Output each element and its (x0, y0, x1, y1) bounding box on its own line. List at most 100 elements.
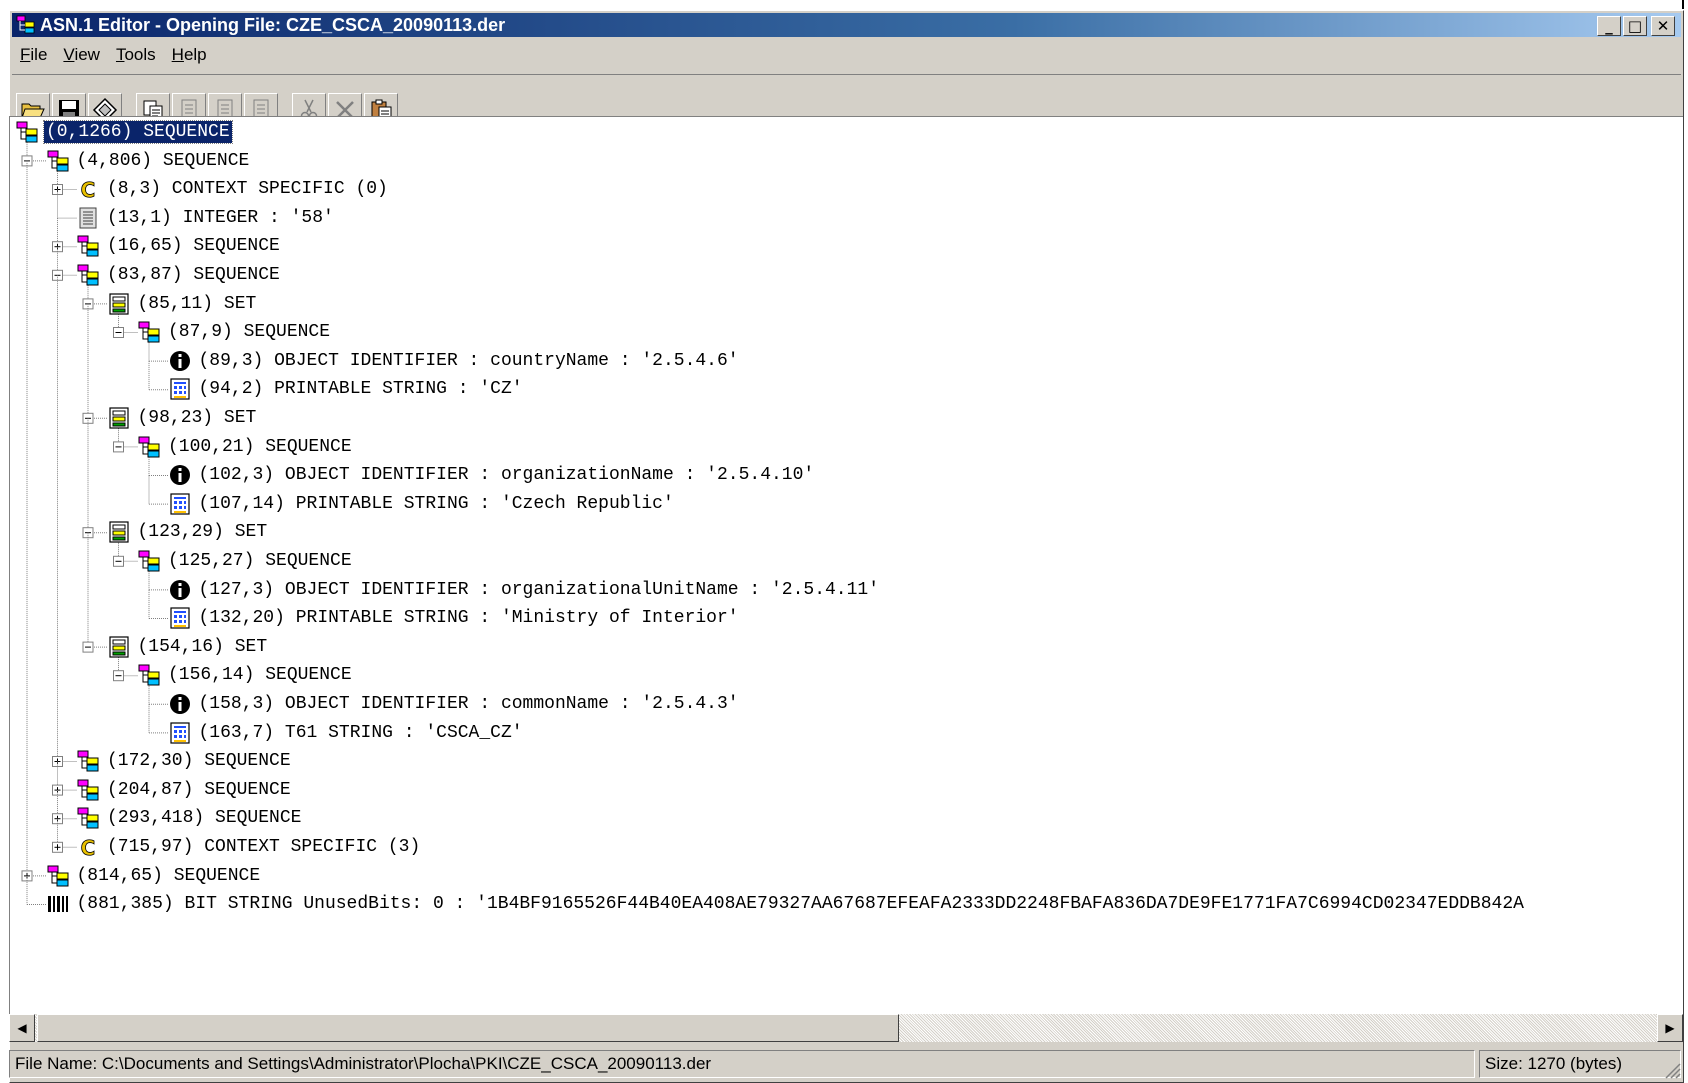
tree-node[interactable]: (132,20) PRINTABLE STRING : 'Ministry of… (169, 604, 741, 632)
tree-node[interactable]: (85,11) SET (108, 290, 259, 318)
sequence-icon (77, 750, 99, 772)
sequence-icon (138, 664, 160, 686)
tree-node-label: (125,27) SEQUENCE (168, 551, 352, 571)
tree-node-label: (156,14) SEQUENCE (168, 665, 352, 686)
tree-node-label: (127,3) OBJECT IDENTIFIER : organization… (198, 579, 880, 600)
tree-node-label: (100,21) SEQUENCE (168, 436, 352, 457)
tree-node[interactable]: (127,3) OBJECT IDENTIFIER : organization… (169, 576, 882, 604)
tree-node[interactable]: (881,385) BIT STRING UnusedBits: 0 : '1B… (47, 890, 1526, 918)
tree-node-label: (163,7) T61 STRING : 'CSCA_CZ' (198, 722, 523, 743)
tree-node[interactable]: (102,3) OBJECT IDENTIFIER : organization… (169, 461, 817, 489)
string-icon (169, 378, 190, 400)
svg-text:C: C (81, 836, 96, 858)
sequence-icon (77, 807, 99, 829)
tree-node-label: (132,20) PRINTABLE STRING : 'Ministry of… (198, 608, 739, 629)
set-icon (108, 636, 129, 658)
tree-node[interactable]: (13,1) INTEGER : '58' (77, 204, 336, 232)
tree-node-label: (881,385) BIT STRING UnusedBits: 0 : '1B… (76, 894, 1524, 915)
menu-help[interactable]: Help (164, 45, 215, 65)
tree-node[interactable]: (4,806) SEQUENCE (47, 147, 252, 175)
tree-node[interactable]: (107,14) PRINTABLE STRING : 'Czech Repub… (169, 490, 676, 518)
tree-node[interactable]: (154,16) SET (108, 633, 270, 661)
horizontal-scrollbar[interactable]: ◀ ▶ (9, 1014, 1683, 1042)
tree-node[interactable]: (98,23) SET (108, 404, 259, 432)
resize-grip-icon[interactable] (1661, 1059, 1681, 1079)
tree-node[interactable]: C (715,97) CONTEXT SPECIFIC (3) (77, 833, 422, 861)
bitstring-icon (47, 896, 68, 913)
tree-node[interactable]: (89,3) OBJECT IDENTIFIER : countryName :… (169, 347, 741, 375)
tree-node-label: (8,3) CONTEXT SPECIFIC (0) (107, 179, 388, 200)
tree-node-label: (98,23) SET (137, 408, 257, 428)
oid-icon (169, 350, 190, 371)
tree-node-label: (94,2) PRINTABLE STRING : 'CZ' (198, 379, 523, 400)
oid-icon (169, 694, 190, 714)
set-icon (108, 292, 129, 315)
minimize-button[interactable]: _ (1597, 16, 1621, 36)
tree-node[interactable]: (125,27) SEQUENCE (138, 547, 354, 575)
sequence-icon (77, 779, 99, 801)
tree-node[interactable]: (163,7) T61 STRING : 'CSCA_CZ' (169, 719, 525, 747)
tree-node[interactable]: (83,87) SEQUENCE (77, 261, 282, 289)
tree-node-label: (89,3) OBJECT IDENTIFIER : countryName :… (198, 350, 739, 371)
status-bar: File Name: C:\Documents and Settings\Adm… (9, 1050, 1683, 1081)
status-size: Size: 1270 (bytes) (1479, 1050, 1681, 1078)
tree-node-label: (123,29) SET (137, 522, 268, 543)
scroll-right-button[interactable]: ▶ (1657, 1014, 1683, 1042)
context-icon: C (80, 836, 96, 858)
context-icon: C (80, 178, 95, 200)
tree-node[interactable]: (123,29) SET (108, 518, 270, 546)
tree-node-label: (83,87) SEQUENCE (107, 265, 280, 285)
tree-node-label: (154,16) SET (137, 636, 268, 657)
tree-node[interactable]: (87,9) SEQUENCE (138, 318, 332, 346)
scroll-left-button[interactable]: ◀ (9, 1014, 35, 1042)
tree-node[interactable]: C (8,3) CONTEXT SPECIFIC (0) (77, 175, 390, 203)
screen-edge-mark (1682, 0, 1684, 9)
menu-view[interactable]: View (55, 45, 108, 65)
tree-node-label: (172,30) SEQUENCE (107, 751, 291, 772)
string-icon (169, 721, 190, 744)
menu-tools[interactable]: Tools (108, 45, 164, 65)
tree-node[interactable]: (0,1266) SEQUENCE (16, 118, 233, 146)
tree-node[interactable]: (100,21) SEQUENCE (138, 433, 354, 461)
title-bar[interactable]: ASN.1 Editor - Opening File: CZE_CSCA_20… (12, 13, 1681, 37)
sequence-icon (47, 865, 68, 887)
tree-node-label: (107,14) PRINTABLE STRING : 'Czech Repub… (198, 493, 674, 514)
tree-node-label: (16,65) SEQUENCE (107, 236, 280, 257)
menu-bar: File View Tools Help (12, 41, 1681, 69)
scroll-thumb[interactable] (37, 1014, 899, 1042)
sequence-icon (47, 150, 68, 172)
tree-node[interactable]: (172,30) SEQUENCE (77, 747, 293, 775)
sequence-icon (77, 264, 99, 286)
tree-node-label: (87,9) SEQUENCE (168, 322, 331, 343)
tree-node-label: (0,1266) SEQUENCE (43, 120, 233, 144)
string-icon (169, 493, 190, 515)
set-icon (108, 521, 129, 543)
tree-node[interactable]: (158,3) OBJECT IDENTIFIER : commonName :… (169, 690, 741, 718)
tree-node-label: (293,418) SEQUENCE (107, 808, 302, 829)
tree-node[interactable]: (16,65) SEQUENCE (77, 232, 282, 260)
close-button[interactable]: ✕ (1651, 16, 1675, 36)
tree-node-label: (158,3) OBJECT IDENTIFIER : commonName :… (198, 694, 739, 714)
oid-icon (169, 579, 190, 600)
tree-node[interactable]: (204,87) SEQUENCE (77, 776, 293, 804)
set-icon (108, 407, 129, 429)
status-file-name: File Name: C:\Documents and Settings\Adm… (9, 1050, 1475, 1078)
asn1-tree-view[interactable]: (0,1266) SEQUENCE (4,806) SEQUENCE C (8,3) … (9, 116, 1683, 1014)
sequence-icon (138, 550, 160, 572)
tree-node[interactable]: (156,14) SEQUENCE (138, 661, 354, 689)
tree-node[interactable]: (94,2) PRINTABLE STRING : 'CZ' (169, 375, 525, 403)
app-icon (16, 15, 36, 35)
sequence-icon (77, 235, 99, 257)
menu-file[interactable]: File (12, 45, 55, 65)
tree-node[interactable]: (814,65) SEQUENCE (47, 862, 263, 890)
integer-icon (79, 207, 97, 229)
tree-node-label: (715,97) CONTEXT SPECIFIC (3) (107, 837, 421, 857)
tree-node[interactable]: (293,418) SEQUENCE (77, 804, 303, 832)
window-title: ASN.1 Editor - Opening File: CZE_CSCA_20… (40, 14, 506, 35)
string-icon (169, 607, 190, 629)
oid-icon (169, 465, 190, 486)
tree-node-label: (204,87) SEQUENCE (107, 779, 291, 800)
maximize-button[interactable]: □ (1623, 16, 1647, 36)
tree-node-label: (13,1) INTEGER : '58' (107, 207, 334, 228)
tree-node-label: (102,3) OBJECT IDENTIFIER : organization… (198, 465, 815, 486)
